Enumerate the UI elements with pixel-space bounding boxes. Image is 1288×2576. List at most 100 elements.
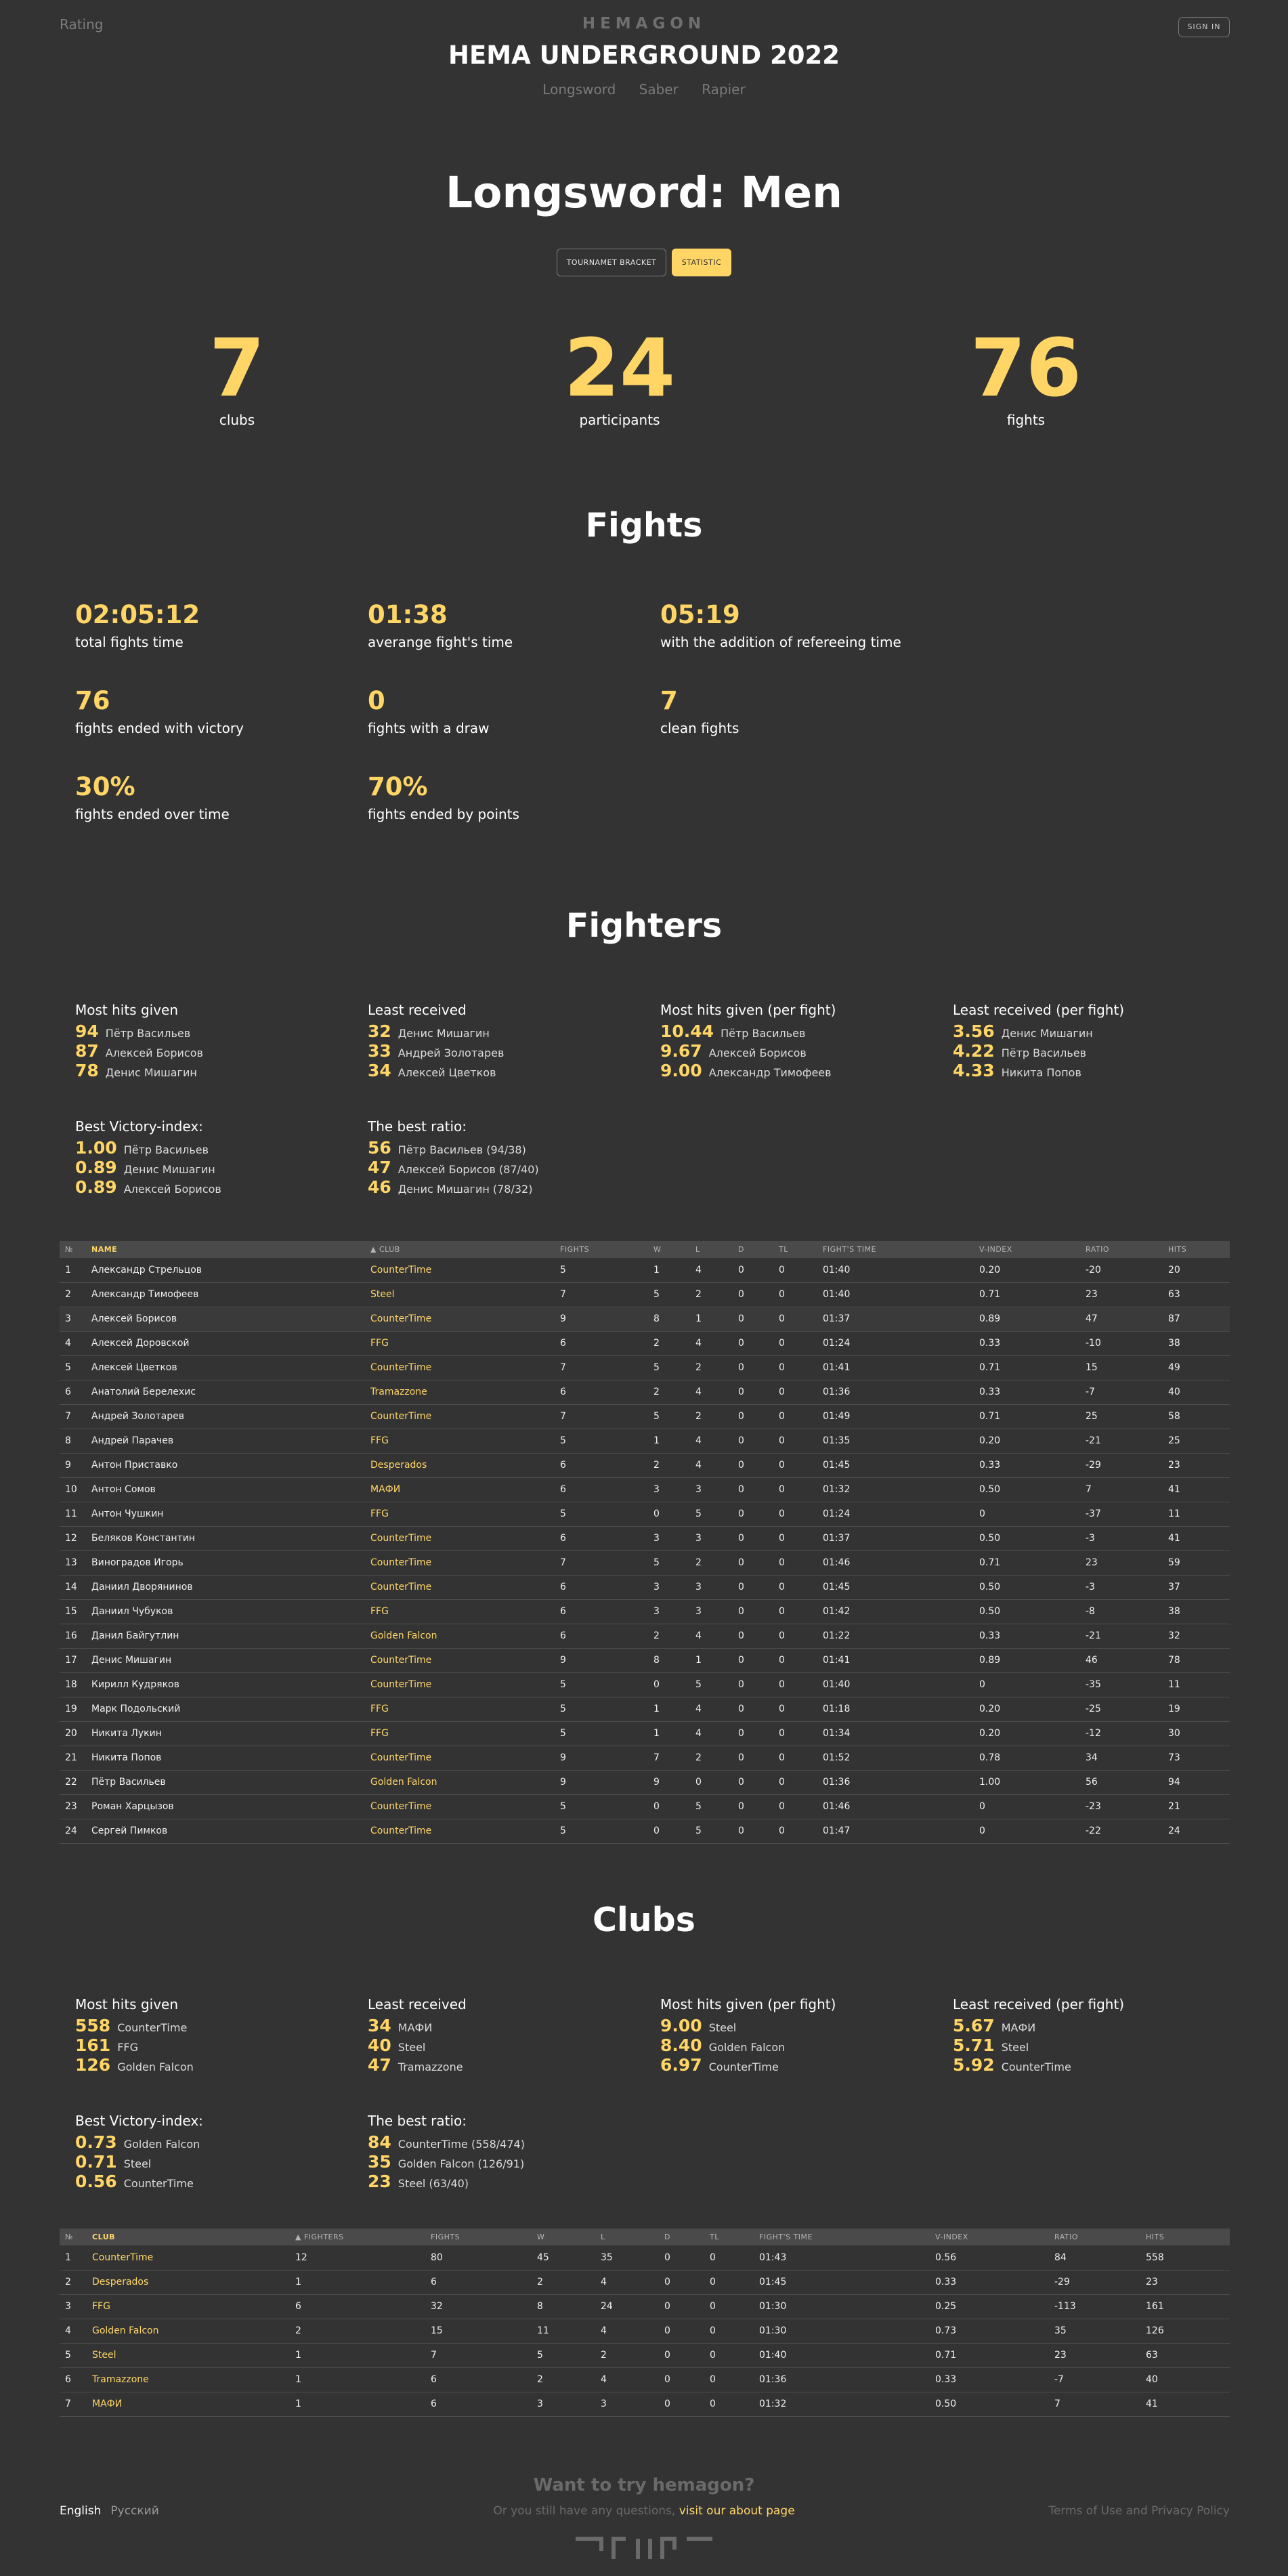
table-cell: 0 (704, 2245, 754, 2271)
club-link[interactable]: Tramazzone (87, 2367, 290, 2392)
club-link[interactable]: Tramazzone (365, 1380, 555, 1405)
column-header[interactable]: D (659, 2229, 704, 2245)
club-link[interactable]: Desperados (365, 1453, 555, 1478)
club-link[interactable]: CounterTime (365, 1575, 555, 1600)
table-cell: 5 (555, 1258, 648, 1283)
nav-rapier[interactable]: Rapier (702, 81, 746, 98)
club-link[interactable]: CounterTime (365, 1794, 555, 1819)
table-cell: 25 (1163, 1429, 1230, 1454)
column-header[interactable]: HITS (1163, 1241, 1230, 1258)
club-link[interactable]: CounterTime (87, 2245, 290, 2271)
column-header[interactable]: № (60, 1241, 86, 1258)
club-link[interactable]: МАФИ (87, 2392, 290, 2417)
column-header[interactable]: RATIO (1080, 1241, 1163, 1258)
column-header[interactable]: FIGHT'S TIME (817, 1241, 974, 1258)
table-cell: 7 (648, 1746, 690, 1771)
column-header[interactable]: L (595, 2229, 659, 2245)
column-header[interactable]: ▲ FIGHTERS (290, 2229, 425, 2245)
column-header[interactable]: W (532, 2229, 595, 2245)
fight-stat: 0 fights with a draw (368, 686, 490, 736)
nav-saber[interactable]: Saber (639, 81, 679, 98)
table-cell: 6 (60, 2367, 87, 2392)
lang-russian[interactable]: Русский (110, 2504, 158, 2518)
column-header[interactable]: CLUB (87, 2229, 290, 2245)
column-header[interactable]: L (690, 1241, 733, 1258)
club-link[interactable]: Golden Falcon (365, 1770, 555, 1795)
club-link[interactable]: CounterTime (365, 1672, 555, 1697)
column-header[interactable]: HITS (1140, 2229, 1230, 2245)
table-cell: 0 (773, 1770, 817, 1795)
table-cell: 0 (733, 1429, 773, 1454)
club-link[interactable]: Steel (365, 1282, 555, 1307)
table-cell: 7 (555, 1550, 648, 1576)
about-link[interactable]: visit our about page (679, 2504, 795, 2518)
table-cell: 8 (532, 2294, 595, 2319)
tab-tournament-bracket[interactable]: TOURNAMET BRACKET (557, 249, 666, 276)
table-cell: 0 (704, 2270, 754, 2295)
table-cell: 6 (555, 1575, 648, 1600)
club-link[interactable]: FFG (365, 1599, 555, 1624)
table-cell: 3 (690, 1477, 733, 1502)
club-link[interactable]: Steel (87, 2343, 290, 2368)
club-link[interactable]: FFG (87, 2294, 290, 2319)
club-link[interactable]: FFG (365, 1697, 555, 1722)
club-link[interactable]: CounterTime (365, 1355, 555, 1380)
column-header[interactable]: V-INDEX (974, 1241, 1080, 1258)
hemagon-logo-icon[interactable] (574, 2535, 714, 2562)
table-cell: 4 (60, 2319, 87, 2344)
column-header[interactable]: TL (773, 1241, 817, 1258)
column-header[interactable]: TL (704, 2229, 754, 2245)
column-header[interactable]: № (60, 2229, 87, 2245)
table-cell: 0.89 (974, 1307, 1080, 1332)
table-cell: 5 (60, 1355, 86, 1380)
column-header[interactable]: V-INDEX (930, 2229, 1049, 2245)
table-cell: 8 (60, 1429, 86, 1454)
table-cell: 1 (648, 1697, 690, 1722)
clubs-label: clubs (219, 412, 255, 428)
club-link[interactable]: Desperados (87, 2270, 290, 2295)
table-cell: 80 (425, 2245, 532, 2271)
club-link[interactable]: CounterTime (365, 1404, 555, 1429)
table-cell: 0 (773, 1672, 817, 1697)
club-link[interactable]: CounterTime (365, 1526, 555, 1551)
table-row: 9 Антон Приставко Desperados 6 2 4 0 0 01:45 0.33… (60, 1453, 1230, 1478)
table-cell: 1 (60, 1258, 86, 1283)
column-header[interactable]: RATIO (1049, 2229, 1140, 2245)
column-header[interactable]: D (733, 1241, 773, 1258)
table-cell: 01:42 (817, 1599, 974, 1624)
lang-english[interactable]: English (60, 2504, 101, 2518)
club-link[interactable]: FFG (365, 1502, 555, 1527)
club-link[interactable]: FFG (365, 1429, 555, 1454)
club-link[interactable]: МАФИ (365, 1477, 555, 1502)
table-cell: 0.20 (974, 1258, 1080, 1283)
club-link[interactable]: Golden Falcon (365, 1624, 555, 1649)
club-link[interactable]: CounterTime (365, 1648, 555, 1673)
column-header[interactable]: ▲ CLUB (365, 1241, 555, 1258)
brand-logo[interactable]: HEMAGON (0, 15, 1288, 33)
column-header[interactable]: NAME (86, 1241, 365, 1258)
table-row: 11 Антон Чушкин FFG 5 0 5 0 0 01:24 0 -37 11 (60, 1502, 1230, 1527)
column-header[interactable]: FIGHTS (555, 1241, 648, 1258)
weapon-nav: Longsword Saber Rapier (0, 81, 1288, 98)
nav-longsword[interactable]: Longsword (542, 81, 616, 98)
table-cell: 5 (555, 1502, 648, 1527)
club-link[interactable]: FFG (365, 1331, 555, 1356)
club-link[interactable]: CounterTime (365, 1746, 555, 1771)
column-header[interactable]: FIGHTS (425, 2229, 532, 2245)
leaderboard: The best ratio: 56 Пётр Васильев (94/38) … (368, 1118, 539, 1197)
club-link[interactable]: Golden Falcon (87, 2319, 290, 2344)
terms-link[interactable]: Terms of Use and Privacy Policy (1048, 2504, 1230, 2518)
club-link[interactable]: FFG (365, 1721, 555, 1746)
column-header[interactable]: FIGHT'S TIME (754, 2229, 930, 2245)
column-header[interactable]: W (648, 1241, 690, 1258)
table-cell: Никита Попов (86, 1746, 365, 1771)
table-cell: 3 (648, 1526, 690, 1551)
tab-statistic[interactable]: STATISTIC (672, 249, 731, 276)
club-link[interactable]: CounterTime (365, 1307, 555, 1332)
table-cell: 0.50 (930, 2392, 1049, 2417)
club-link[interactable]: CounterTime (365, 1258, 555, 1283)
club-link[interactable]: CounterTime (365, 1550, 555, 1576)
sign-in-button[interactable]: SIGN IN (1178, 17, 1230, 37)
club-link[interactable]: CounterTime (365, 1819, 555, 1844)
table-cell: Никита Лукин (86, 1721, 365, 1746)
